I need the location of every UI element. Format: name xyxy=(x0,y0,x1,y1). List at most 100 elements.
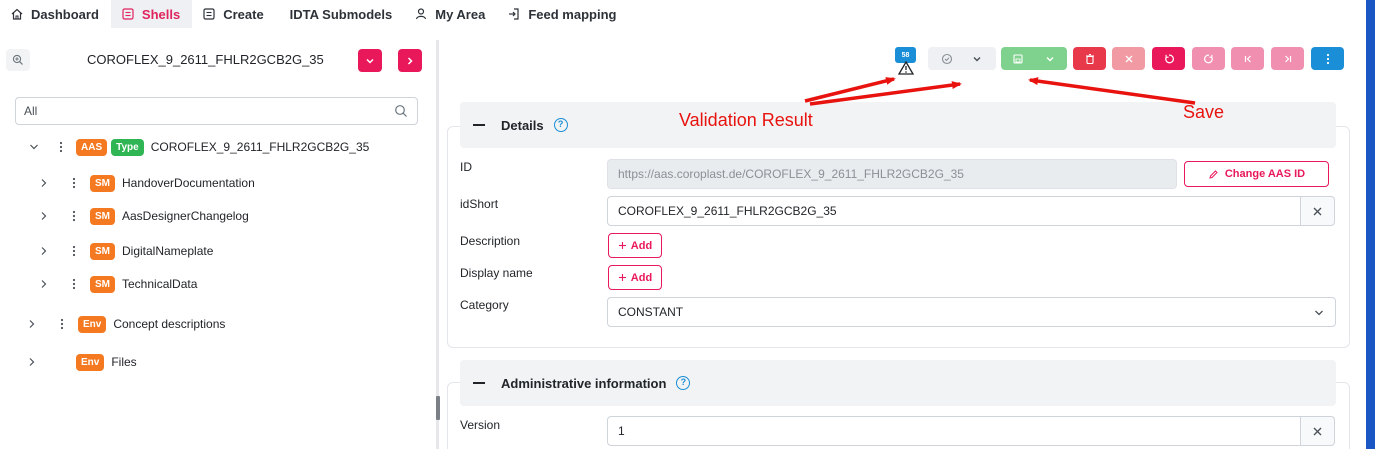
save-icon xyxy=(1013,53,1023,64)
panel-splitter[interactable] xyxy=(436,40,439,449)
more-vertical-icon[interactable] xyxy=(72,278,76,290)
collapse-icon[interactable] xyxy=(473,382,485,384)
skip-back-icon xyxy=(1244,55,1251,62)
redo-button[interactable] xyxy=(1192,47,1225,70)
save-button[interactable] xyxy=(1001,47,1067,70)
idshort-input[interactable]: COROFLEX_9_2611_FHLR2GCB2G_35 xyxy=(607,196,1301,226)
shell-title: COROFLEX_9_2611_FHLR2GCB2G_35 xyxy=(87,52,324,67)
add-display-name-button[interactable]: Add xyxy=(608,265,662,290)
tree-filter-input[interactable]: All xyxy=(15,97,418,125)
nav-my-area[interactable]: My Area xyxy=(404,0,497,28)
list-icon xyxy=(122,8,134,20)
type-badge: Type xyxy=(111,138,144,156)
id-value: https://aas.coroplast.de/COROFLEX_9_2611… xyxy=(618,167,964,181)
collapse-icon[interactable] xyxy=(473,124,485,126)
chevron-right-icon[interactable] xyxy=(38,245,50,257)
sm-badge: SM xyxy=(90,174,115,192)
close-icon xyxy=(1313,427,1322,435)
admin-title: Administrative information xyxy=(501,375,667,391)
undo-button[interactable] xyxy=(1152,47,1185,70)
zoom-in-icon xyxy=(12,54,23,65)
chevron-right-icon[interactable] xyxy=(38,210,50,222)
nav-create-label: Create xyxy=(223,6,264,22)
list-icon xyxy=(203,8,215,20)
next-shell-button[interactable] xyxy=(398,49,422,72)
nav-shells-label: Shells xyxy=(141,6,181,22)
chevron-down-icon[interactable] xyxy=(28,141,40,153)
skip-forward-icon xyxy=(1284,55,1291,62)
search-icon[interactable] xyxy=(394,104,408,118)
clear-idshort-button[interactable] xyxy=(1301,196,1335,226)
more-vertical-icon[interactable] xyxy=(60,318,64,330)
cancel-button[interactable] xyxy=(1112,47,1145,70)
add-label: Add xyxy=(630,271,653,284)
pencil-icon xyxy=(1209,169,1218,179)
more-vertical-icon[interactable] xyxy=(72,177,76,189)
env-badge: Env xyxy=(78,315,107,333)
more-vertical-icon[interactable] xyxy=(59,141,63,153)
user-icon xyxy=(416,8,427,20)
category-label: Category xyxy=(460,298,509,312)
sm-badge: SM xyxy=(90,275,115,293)
warning-icon[interactable] xyxy=(898,61,914,75)
trash-icon xyxy=(1085,53,1094,64)
version-label: Version xyxy=(460,418,501,432)
idshort-value: COROFLEX_9_2611_FHLR2GCB2G_35 xyxy=(618,204,837,218)
tree-node-label: HandoverDocumentation xyxy=(122,176,255,190)
add-description-button[interactable]: Add xyxy=(608,233,662,258)
more-vertical-icon[interactable] xyxy=(72,210,76,222)
chevron-right-icon[interactable] xyxy=(38,177,50,189)
tree-node-label: AasDesignerChangelog xyxy=(122,209,249,223)
change-aas-id-button[interactable]: Change AAS ID xyxy=(1184,161,1329,187)
expand-down-button[interactable] xyxy=(358,49,382,72)
tree-node-submodel[interactable]: SM AasDesignerChangelog xyxy=(38,205,249,227)
nav-dashboard-label: Dashboard xyxy=(31,6,99,22)
tree-node-concept-descriptions[interactable]: Env Concept descriptions xyxy=(26,313,225,335)
nav-idta-submodels[interactable]: IDTA Submodels xyxy=(276,0,405,28)
tree-node-submodel[interactable]: SM HandoverDocumentation xyxy=(38,172,255,194)
more-options-button[interactable] xyxy=(1311,47,1344,70)
tree-node-submodel[interactable]: SM TechnicalData xyxy=(38,273,197,295)
delete-button[interactable] xyxy=(1073,47,1106,70)
nav-dashboard[interactable]: Dashboard xyxy=(0,0,111,28)
tree-filter-value: All xyxy=(24,104,38,118)
help-icon[interactable]: ? xyxy=(676,376,691,390)
top-navigation: Dashboard Shells Create IDTA Submodels M… xyxy=(0,0,1366,28)
sm-badge: SM xyxy=(90,207,115,225)
change-aas-id-label: Change AAS ID xyxy=(1224,168,1306,180)
description-label: Description xyxy=(460,234,521,248)
chevron-right-icon xyxy=(407,56,413,65)
tree-node-files[interactable]: Env Files xyxy=(26,351,137,373)
version-value: 1 xyxy=(618,424,625,438)
splitter-handle[interactable] xyxy=(436,396,440,420)
more-vertical-icon[interactable] xyxy=(72,245,76,257)
last-button[interactable] xyxy=(1271,47,1304,70)
chevron-right-icon[interactable] xyxy=(26,318,38,330)
nav-feed-mapping[interactable]: Feed mapping xyxy=(497,0,628,28)
category-value: CONSTANT xyxy=(618,305,684,319)
nav-create[interactable]: Create xyxy=(192,0,275,28)
tree-node-label: Files xyxy=(111,355,137,369)
validation-result-annotation: Validation Result xyxy=(679,110,813,130)
admin-header[interactable]: Administrative information ? xyxy=(460,360,1336,406)
help-icon[interactable]: ? xyxy=(553,118,568,132)
check-circle-icon xyxy=(941,53,953,64)
tree-node-label: TechnicalData xyxy=(122,277,198,291)
tree-node-label: COROFLEX_9_2611_FHLR2GCB2G_35 xyxy=(150,140,370,154)
tree-node-submodel[interactable]: SM DigitalNameplate xyxy=(38,240,213,262)
chevron-right-icon[interactable] xyxy=(26,356,38,368)
category-select[interactable]: CONSTANT xyxy=(607,297,1336,327)
validate-button[interactable] xyxy=(928,47,996,70)
tree-node-aas[interactable]: AAS Type COROFLEX_9_2611_FHLR2GCB2G_35 xyxy=(28,136,369,158)
plus-icon xyxy=(618,242,626,249)
version-input[interactable]: 1 xyxy=(607,416,1301,446)
first-button[interactable] xyxy=(1231,47,1264,70)
zoom-button[interactable] xyxy=(6,49,30,71)
chevron-down-icon xyxy=(366,58,374,64)
sm-badge: SM xyxy=(90,242,115,260)
more-vertical-icon xyxy=(1326,53,1329,64)
nav-idta-submodels-label: IDTA Submodels xyxy=(289,6,393,22)
nav-shells[interactable]: Shells xyxy=(110,0,193,28)
chevron-right-icon[interactable] xyxy=(38,278,50,290)
clear-version-button[interactable] xyxy=(1301,416,1335,446)
